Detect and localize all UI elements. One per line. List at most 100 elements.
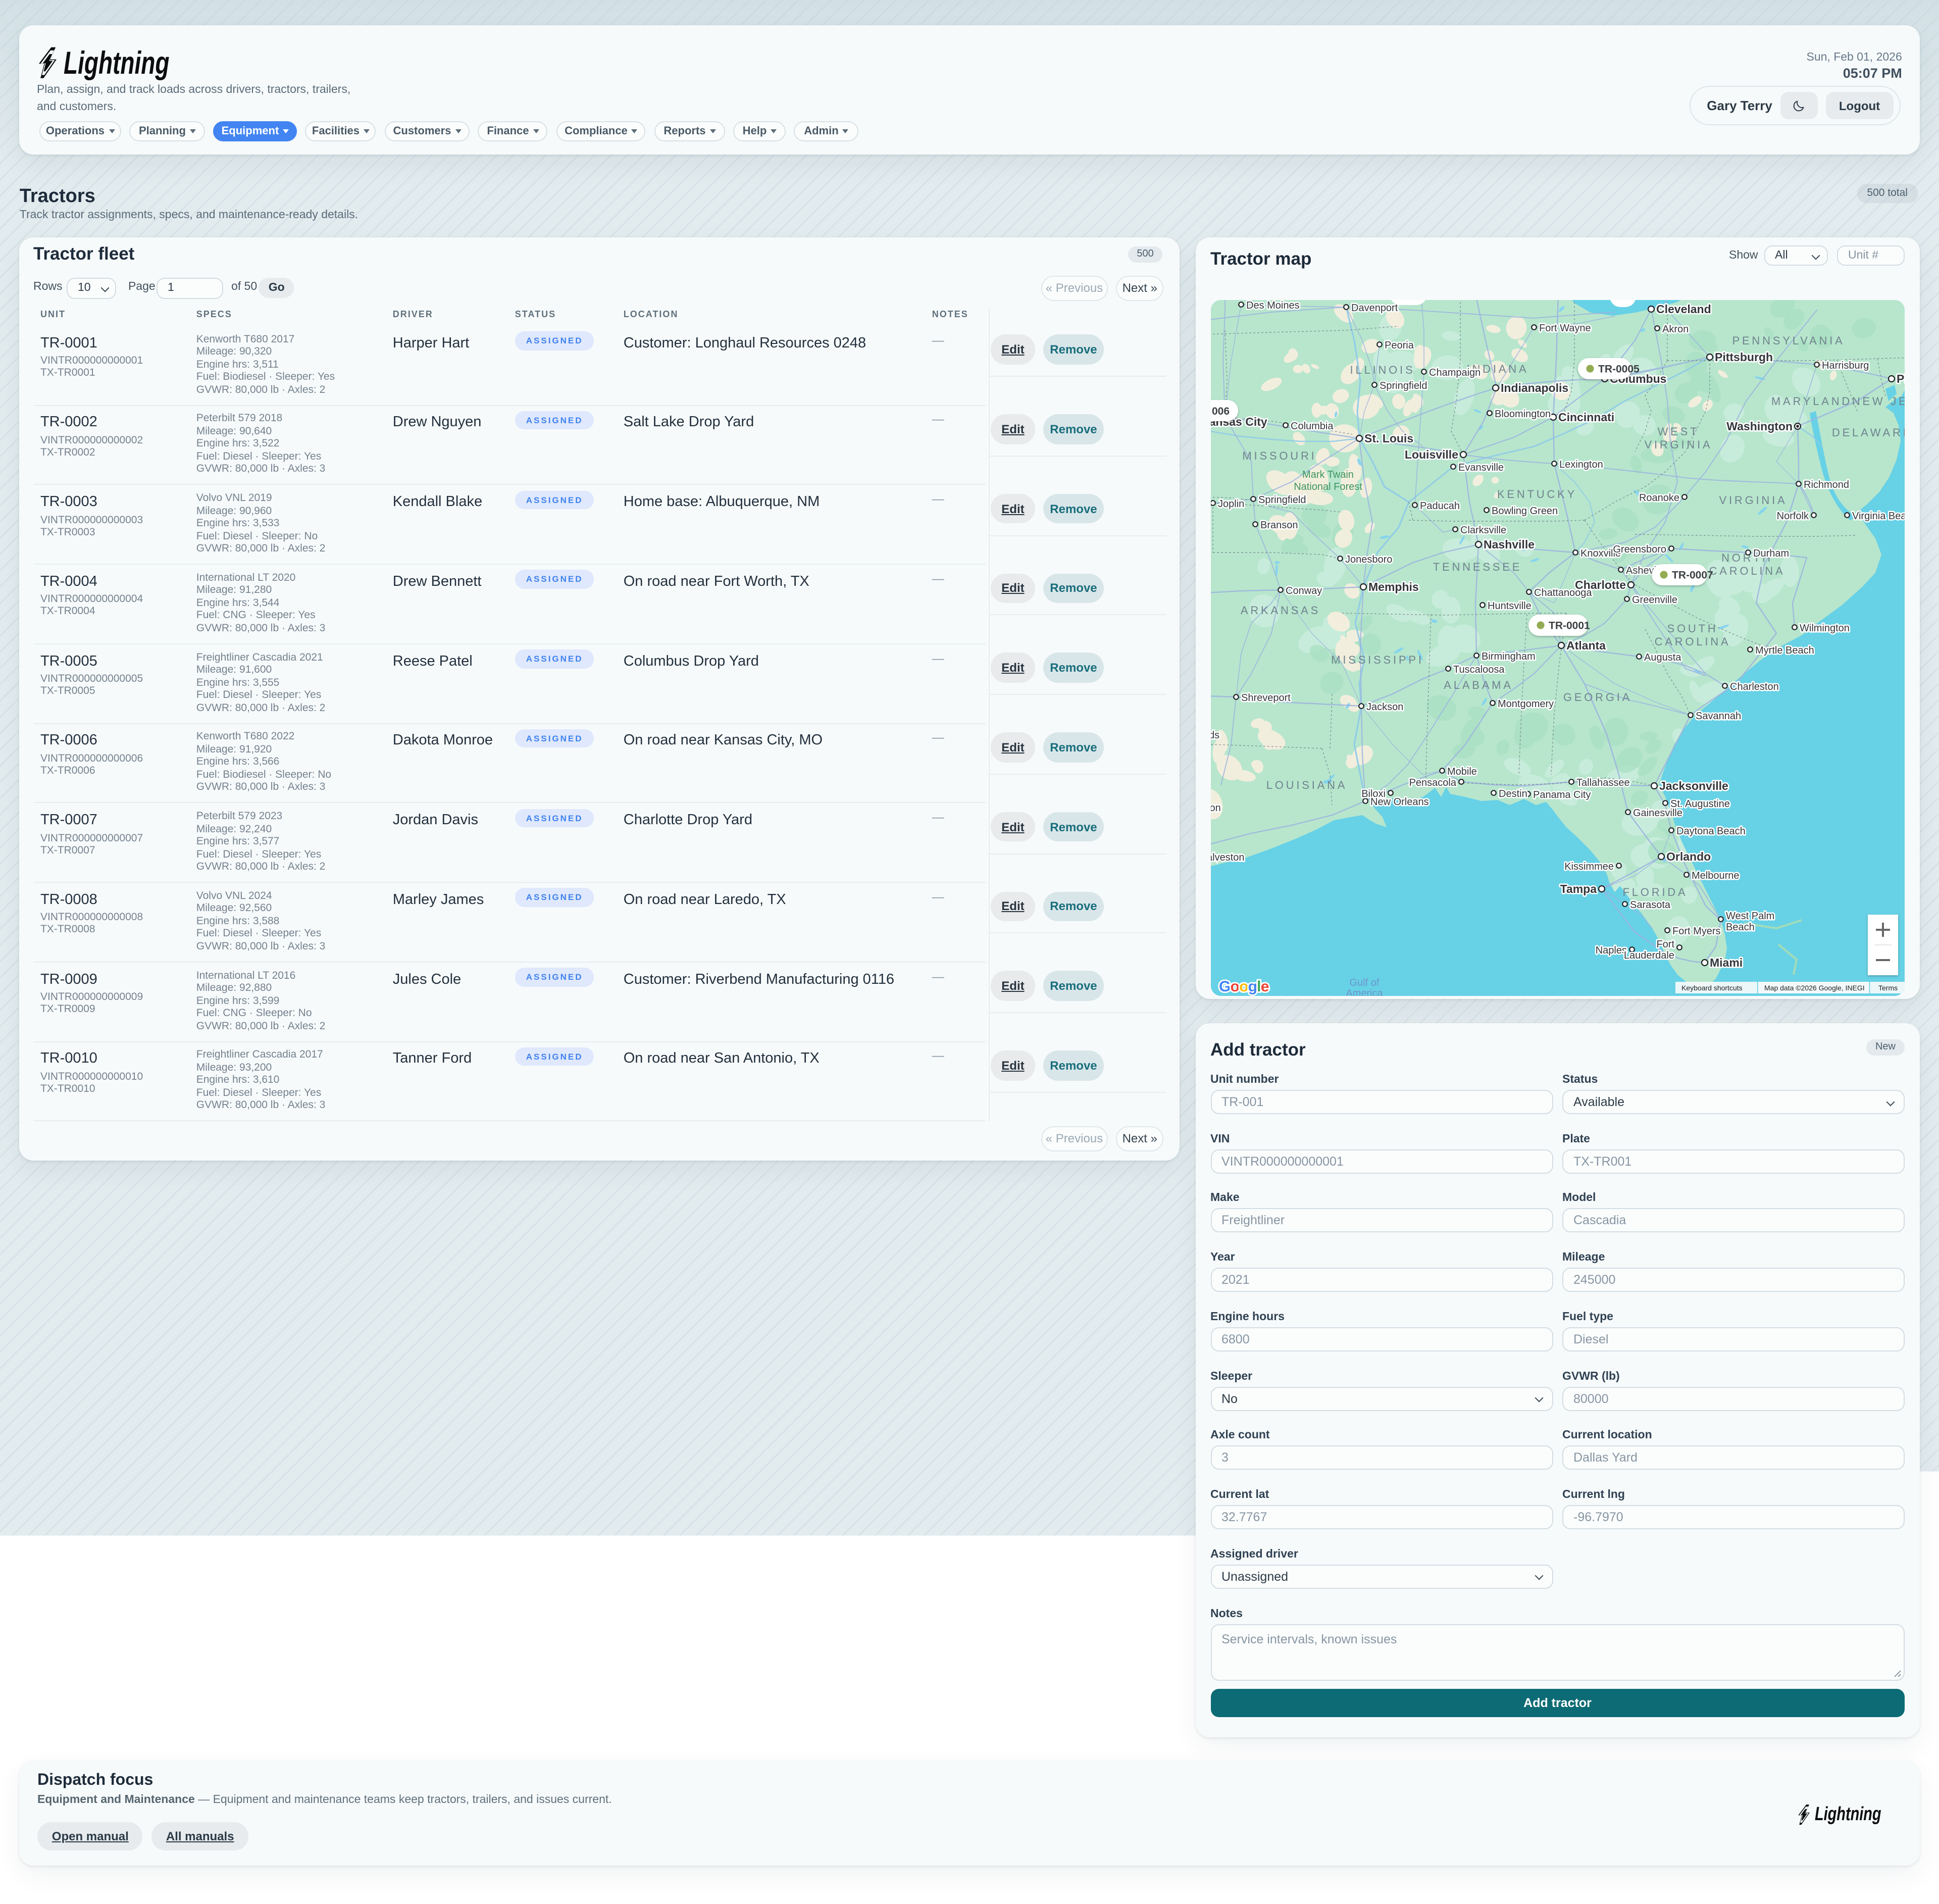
- svg-text:Bloomington: Bloomington: [1494, 408, 1550, 419]
- svg-text:ton: ton: [1210, 802, 1220, 813]
- svg-text:CAROLINA: CAROLINA: [1654, 635, 1730, 647]
- svg-text:Branson: Branson: [1260, 519, 1298, 530]
- svg-text:Indianapolis: Indianapolis: [1500, 381, 1568, 394]
- svg-text:Orlando: Orlando: [1666, 849, 1710, 863]
- svg-text:Gainesville: Gainesville: [1632, 807, 1682, 818]
- svg-text:ALABAMA: ALABAMA: [1443, 678, 1513, 691]
- svg-text:Phila: Phila: [1896, 372, 1905, 385]
- svg-text:Jonesboro: Jonesboro: [1345, 554, 1392, 565]
- svg-text:Jacksonville: Jacksonville: [1659, 779, 1728, 792]
- svg-text:Charleston: Charleston: [1729, 681, 1778, 692]
- svg-text:Memphis: Memphis: [1368, 580, 1418, 593]
- svg-text:Greenville: Greenville: [1631, 594, 1677, 605]
- svg-text:MARYLAND: MARYLAND: [1771, 394, 1852, 407]
- svg-text:Fort: Fort: [1656, 938, 1674, 949]
- svg-text:New Orleans: New Orleans: [1370, 796, 1428, 807]
- svg-text:Panama City: Panama City: [1533, 789, 1591, 800]
- svg-text:Atlanta: Atlanta: [1566, 638, 1605, 652]
- svg-text:Melbourne: Melbourne: [1691, 870, 1739, 881]
- svg-text:Destin: Destin: [1498, 788, 1527, 799]
- svg-text:ARKANSAS: ARKANSAS: [1240, 604, 1320, 616]
- svg-text:ILLINOIS: ILLINOIS: [1350, 363, 1415, 376]
- svg-text:America: America: [1345, 987, 1383, 995]
- svg-text:CAROLINA: CAROLINA: [1709, 564, 1785, 577]
- svg-text:Virginia Beach: Virginia Beach: [1852, 510, 1905, 521]
- svg-text:Beach: Beach: [1725, 921, 1754, 932]
- svg-text:Mobile: Mobile: [1447, 766, 1476, 777]
- svg-text:LOUISIANA: LOUISIANA: [1266, 778, 1347, 791]
- svg-text:Huntsville: Huntsville: [1487, 600, 1531, 611]
- svg-text:Pensacola: Pensacola: [1409, 777, 1456, 788]
- svg-text:Chattanooga: Chattanooga: [1534, 587, 1592, 598]
- svg-text:Nashville: Nashville: [1483, 537, 1534, 550]
- svg-text:Sarasota: Sarasota: [1629, 899, 1670, 910]
- svg-text:DELAWARE: DELAWARE: [1831, 426, 1905, 438]
- svg-text:Shreveport: Shreveport: [1241, 692, 1290, 703]
- svg-text:Paducah: Paducah: [1419, 500, 1459, 511]
- svg-text:NEW JER: NEW JER: [1852, 394, 1905, 407]
- svg-text:ds: ds: [1210, 729, 1219, 740]
- svg-text:Lauderdale: Lauderdale: [1623, 949, 1674, 961]
- svg-text:TR-0007: TR-0007: [1671, 569, 1713, 580]
- svg-text:Cincinnati: Cincinnati: [1558, 410, 1614, 423]
- svg-text:Montgomery: Montgomery: [1497, 698, 1553, 709]
- svg-text:Jackson: Jackson: [1366, 701, 1403, 712]
- svg-text:Tampa: Tampa: [1560, 882, 1597, 895]
- svg-text:Springfield: Springfield: [1379, 380, 1427, 391]
- svg-text:alveston: alveston: [1210, 851, 1244, 863]
- svg-text:Durham: Durham: [1753, 547, 1789, 559]
- svg-text:Columbia: Columbia: [1290, 420, 1333, 431]
- svg-text:West Palm: West Palm: [1725, 910, 1774, 921]
- svg-text:Joplin: Joplin: [1217, 498, 1244, 509]
- svg-text:Washington: Washington: [1726, 419, 1792, 432]
- svg-text:PENNSYLVANIA: PENNSYLVANIA: [1731, 334, 1844, 346]
- svg-text:Davenport: Davenport: [1351, 302, 1398, 313]
- svg-text:SOUTH: SOUTH: [1667, 622, 1718, 634]
- svg-text:Gulf of: Gulf of: [1349, 977, 1379, 988]
- svg-text:VIRGINIA: VIRGINIA: [1719, 493, 1787, 506]
- svg-text:Akron: Akron: [1662, 323, 1688, 334]
- svg-text:Cleveland: Cleveland: [1656, 302, 1711, 315]
- svg-text:Augusta: Augusta: [1644, 652, 1681, 663]
- svg-text:Birmingham: Birmingham: [1481, 650, 1535, 662]
- svg-text:Louisville: Louisville: [1404, 447, 1458, 461]
- svg-text:National Forest: National Forest: [1293, 481, 1362, 492]
- svg-text:Fort Myers: Fort Myers: [1672, 925, 1720, 936]
- svg-text:Naples: Naples: [1595, 944, 1626, 956]
- svg-text:Mark Twain: Mark Twain: [1302, 469, 1353, 480]
- svg-text:Roanoke: Roanoke: [1639, 492, 1679, 503]
- svg-text:Map data ©2026 Google, INEGI: Map data ©2026 Google, INEGI: [1764, 983, 1864, 991]
- svg-text:Champaign: Champaign: [1428, 367, 1480, 378]
- svg-text:Tallahassee: Tallahassee: [1576, 777, 1629, 788]
- svg-text:TR-0005: TR-0005: [1598, 363, 1639, 374]
- svg-text:Kissimmee: Kissimmee: [1564, 861, 1613, 872]
- svg-text:Peoria: Peoria: [1384, 339, 1414, 350]
- svg-text:Tuscaloosa: Tuscaloosa: [1453, 664, 1504, 675]
- svg-text:TR-0001: TR-0001: [1548, 619, 1590, 631]
- svg-text:Wilmington: Wilmington: [1799, 622, 1849, 633]
- svg-text:GEORGIA: GEORGIA: [1563, 690, 1631, 703]
- svg-text:Miami: Miami: [1709, 956, 1742, 969]
- svg-text:Lexington: Lexington: [1559, 459, 1603, 470]
- svg-text:Pittsburgh: Pittsburgh: [1714, 350, 1772, 363]
- svg-text:Harrisburg: Harrisburg: [1821, 360, 1868, 371]
- svg-text:Greensboro: Greensboro: [1612, 543, 1666, 555]
- svg-text:Norfolk: Norfolk: [1776, 510, 1809, 521]
- svg-text:KENTUCKY: KENTUCKY: [1497, 487, 1576, 500]
- svg-text:006: 006: [1211, 405, 1229, 417]
- svg-text:Google: Google: [1218, 978, 1268, 994]
- svg-text:Evansville: Evansville: [1458, 462, 1503, 473]
- svg-text:MISSISSIPPI: MISSISSIPPI: [1331, 653, 1423, 666]
- svg-text:Keyboard shortcuts: Keyboard shortcuts: [1681, 983, 1742, 991]
- svg-text:FLORIDA: FLORIDA: [1622, 885, 1688, 898]
- svg-text:Bowling Green: Bowling Green: [1491, 505, 1557, 516]
- svg-text:Savannah: Savannah: [1695, 710, 1741, 721]
- svg-text:Clarksville: Clarksville: [1460, 524, 1506, 535]
- svg-text:St. Louis: St. Louis: [1364, 431, 1413, 444]
- svg-text:Conway: Conway: [1285, 585, 1321, 596]
- svg-text:Terms: Terms: [1878, 983, 1897, 991]
- svg-text:Springfield: Springfield: [1258, 494, 1306, 505]
- svg-text:MISSOURI: MISSOURI: [1242, 449, 1316, 462]
- svg-text:WEST: WEST: [1657, 425, 1699, 437]
- svg-text:TENNESSEE: TENNESSEE: [1433, 560, 1521, 573]
